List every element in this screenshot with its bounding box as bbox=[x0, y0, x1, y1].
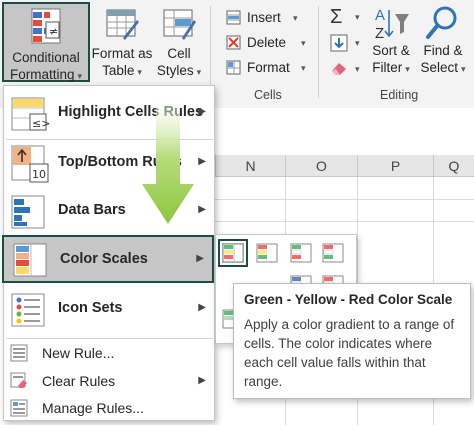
chevron-down-icon[interactable]: ▾ bbox=[355, 64, 360, 75]
column-header-n[interactable]: N bbox=[215, 155, 285, 177]
chevron-down-icon: ▾ bbox=[301, 38, 306, 48]
tooltip-body: Apply a color gradient to a range of cel… bbox=[244, 317, 455, 389]
clear-rules-icon bbox=[10, 372, 27, 388]
conditional-formatting-icon: ≠ bbox=[31, 8, 61, 44]
fill-icon[interactable] bbox=[330, 34, 348, 52]
clear-eraser-icon[interactable] bbox=[330, 60, 348, 76]
manage-rules-icon bbox=[10, 399, 28, 417]
cell-styles-label-2: Styles bbox=[156, 63, 194, 78]
chevron-right-icon: ▶ bbox=[198, 204, 206, 215]
menu-item-label: Data Bars bbox=[58, 202, 126, 218]
format-as-table-icon bbox=[106, 9, 139, 40]
format-cells-icon bbox=[226, 60, 241, 75]
green-yellow-red-scale-icon[interactable] bbox=[218, 239, 248, 267]
svg-text:10: 10 bbox=[32, 168, 46, 181]
chevron-down-icon[interactable]: ▾ bbox=[355, 12, 360, 23]
chevron-right-icon: ▶ bbox=[198, 106, 206, 117]
format-as-table-label-2: Table bbox=[102, 63, 135, 78]
menu-item-label: Color Scales bbox=[60, 251, 148, 267]
cell-styles-button[interactable]: Cell Styles ▾ bbox=[154, 2, 204, 82]
tooltip-title: Green - Yellow - Red Color Scale bbox=[244, 292, 453, 307]
delete-button[interactable]: Delete ▾ bbox=[226, 33, 306, 53]
data-bars-icon bbox=[11, 195, 45, 229]
editing-group-label: Editing bbox=[380, 88, 419, 102]
cell-styles-icon bbox=[163, 9, 196, 40]
icon-sets-icon bbox=[11, 293, 45, 327]
insert-cells-icon bbox=[226, 10, 241, 25]
new-rule-icon bbox=[10, 344, 28, 362]
conditional-formatting-label-1: Conditional bbox=[12, 50, 80, 65]
chevron-down-icon: ▾ bbox=[196, 67, 202, 77]
pointer-arrow-icon bbox=[142, 100, 194, 224]
magnifier-icon bbox=[426, 6, 457, 39]
menu-item-label: Manage Rules... bbox=[42, 400, 144, 416]
delete-label: Delete bbox=[247, 35, 287, 50]
color-scales-icon bbox=[13, 243, 47, 277]
menu-item-icon-sets[interactable]: Icon Sets ▶ bbox=[4, 286, 214, 336]
gridline bbox=[215, 199, 474, 200]
chevron-right-icon: ▶ bbox=[198, 302, 206, 313]
column-header-q[interactable]: Q bbox=[433, 155, 474, 177]
chevron-right-icon: ▶ bbox=[198, 375, 206, 386]
gridline bbox=[215, 221, 474, 222]
chevron-down-icon: ▾ bbox=[301, 63, 306, 73]
format-label: Format bbox=[247, 60, 290, 75]
chevron-right-icon: ▶ bbox=[198, 156, 206, 167]
menu-item-color-scales[interactable]: Color Scales ▶ bbox=[2, 235, 214, 283]
group-divider bbox=[318, 6, 319, 98]
sort-filter-label-1: Sort & bbox=[372, 43, 410, 58]
chevron-down-icon: ▾ bbox=[461, 64, 466, 74]
svg-text:Z: Z bbox=[375, 25, 384, 42]
format-button[interactable]: Format ▾ bbox=[226, 58, 306, 78]
green-white-red-scale-icon[interactable] bbox=[290, 243, 312, 263]
chevron-right-icon: ▶ bbox=[196, 253, 204, 264]
format-as-table-button[interactable]: Format as Table ▾ bbox=[90, 2, 154, 82]
highlight-cells-rules-icon: ≤> bbox=[11, 97, 50, 131]
menu-item-clear-rules[interactable]: Clear Rules ▶ bbox=[4, 367, 214, 395]
color-scale-tooltip: Green - Yellow - Red Color Scale Apply a… bbox=[233, 283, 471, 399]
conditional-formatting-button[interactable]: ≠ Conditional Formatting ▾ bbox=[2, 2, 90, 82]
menu-item-label: New Rule... bbox=[42, 345, 115, 361]
chevron-down-icon: ▾ bbox=[405, 64, 410, 74]
chevron-down-icon: ▾ bbox=[293, 13, 298, 23]
find-select-label-1: Find & bbox=[423, 43, 463, 58]
format-as-table-label-1: Format as bbox=[91, 46, 153, 61]
red-white-green-scale-icon[interactable] bbox=[322, 243, 344, 263]
svg-text:≤>: ≤> bbox=[32, 117, 50, 130]
svg-text:A: A bbox=[375, 7, 385, 24]
insert-button[interactable]: Insert ▾ bbox=[226, 8, 306, 28]
cells-group-label: Cells bbox=[254, 88, 282, 102]
conditional-formatting-label-2: Formatting bbox=[9, 67, 75, 82]
chevron-down-icon[interactable]: ▾ bbox=[355, 38, 360, 49]
menu-item-manage-rules[interactable]: Manage Rules... bbox=[4, 395, 214, 421]
insert-label: Insert bbox=[247, 10, 281, 25]
svg-text:≠: ≠ bbox=[49, 25, 58, 38]
chevron-down-icon: ▾ bbox=[77, 71, 83, 81]
menu-item-new-rule[interactable]: New Rule... bbox=[4, 339, 214, 367]
delete-cells-icon bbox=[226, 35, 241, 50]
chevron-down-icon: ▾ bbox=[137, 67, 142, 77]
sort-filter-button[interactable]: A Z Sort & Filter ▾ bbox=[368, 4, 414, 84]
column-header-o[interactable]: O bbox=[285, 155, 357, 177]
sort-filter-icon: A Z bbox=[375, 7, 409, 42]
sort-filter-label-2: Filter bbox=[372, 60, 403, 75]
autosum-icon[interactable]: Σ bbox=[330, 6, 342, 29]
cell-styles-label-1: Cell bbox=[167, 46, 191, 61]
column-header-p[interactable]: P bbox=[357, 155, 433, 177]
menu-item-label: Icon Sets bbox=[58, 300, 123, 316]
find-select-label-2: Select bbox=[420, 60, 458, 75]
menu-item-label: Clear Rules bbox=[42, 373, 116, 389]
red-yellow-green-scale-icon[interactable] bbox=[256, 243, 278, 263]
find-select-button[interactable]: Find & Select ▾ bbox=[416, 4, 470, 84]
top-bottom-rules-icon: 10 bbox=[11, 145, 49, 183]
